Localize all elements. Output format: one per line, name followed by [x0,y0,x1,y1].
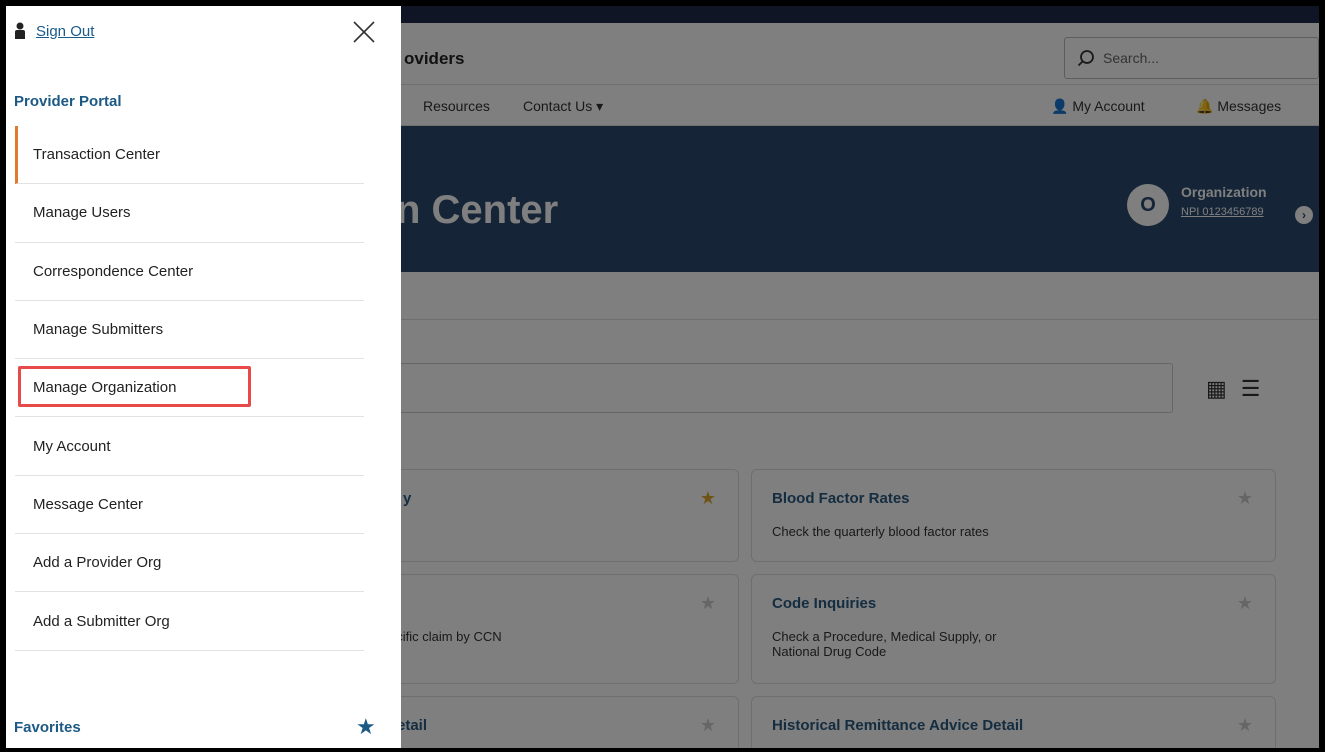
menu-item-label: Manage Users [33,204,131,222]
portal-heading: Provider Portal [14,93,122,110]
menu-item-message-center[interactable]: Message Center [15,476,364,535]
menu-item-label: My Account [33,437,111,455]
menu-item-manage-users[interactable]: Manage Users [15,184,364,243]
side-drawer: Sign Out Provider Portal Transaction Cen… [6,6,401,748]
menu-item-label: Add a Provider Org [33,554,162,572]
user-icon [15,22,25,39]
menu-item-my-account[interactable]: My Account [15,417,364,476]
screen-frame: oviders Search... Resources Contact Us ▾… [6,6,1319,748]
menu-item-add-submitter-org[interactable]: Add a Submitter Org [15,592,364,651]
menu-item-correspondence-center[interactable]: Correspondence Center [15,243,364,301]
menu-item-label: Transaction Center [33,146,161,164]
menu-item-add-provider-org[interactable]: Add a Provider Org [15,534,364,593]
sign-out-label: Sign Out [36,22,95,40]
highlight-box [18,366,251,407]
close-icon[interactable] [352,20,376,44]
star-icon[interactable]: ★ [356,714,376,740]
menu-item-label: Message Center [33,495,144,513]
menu-item-transaction-center[interactable]: Transaction Center [15,126,364,185]
menu-item-label: Correspondence Center [33,262,194,280]
sign-out-link[interactable]: Sign Out [14,22,94,40]
menu-item-label: Add a Submitter Org [33,612,170,630]
favorites-heading: Favorites [14,719,81,736]
menu-item-manage-submitters[interactable]: Manage Submitters [15,301,364,360]
menu-item-label: Manage Submitters [33,321,164,339]
